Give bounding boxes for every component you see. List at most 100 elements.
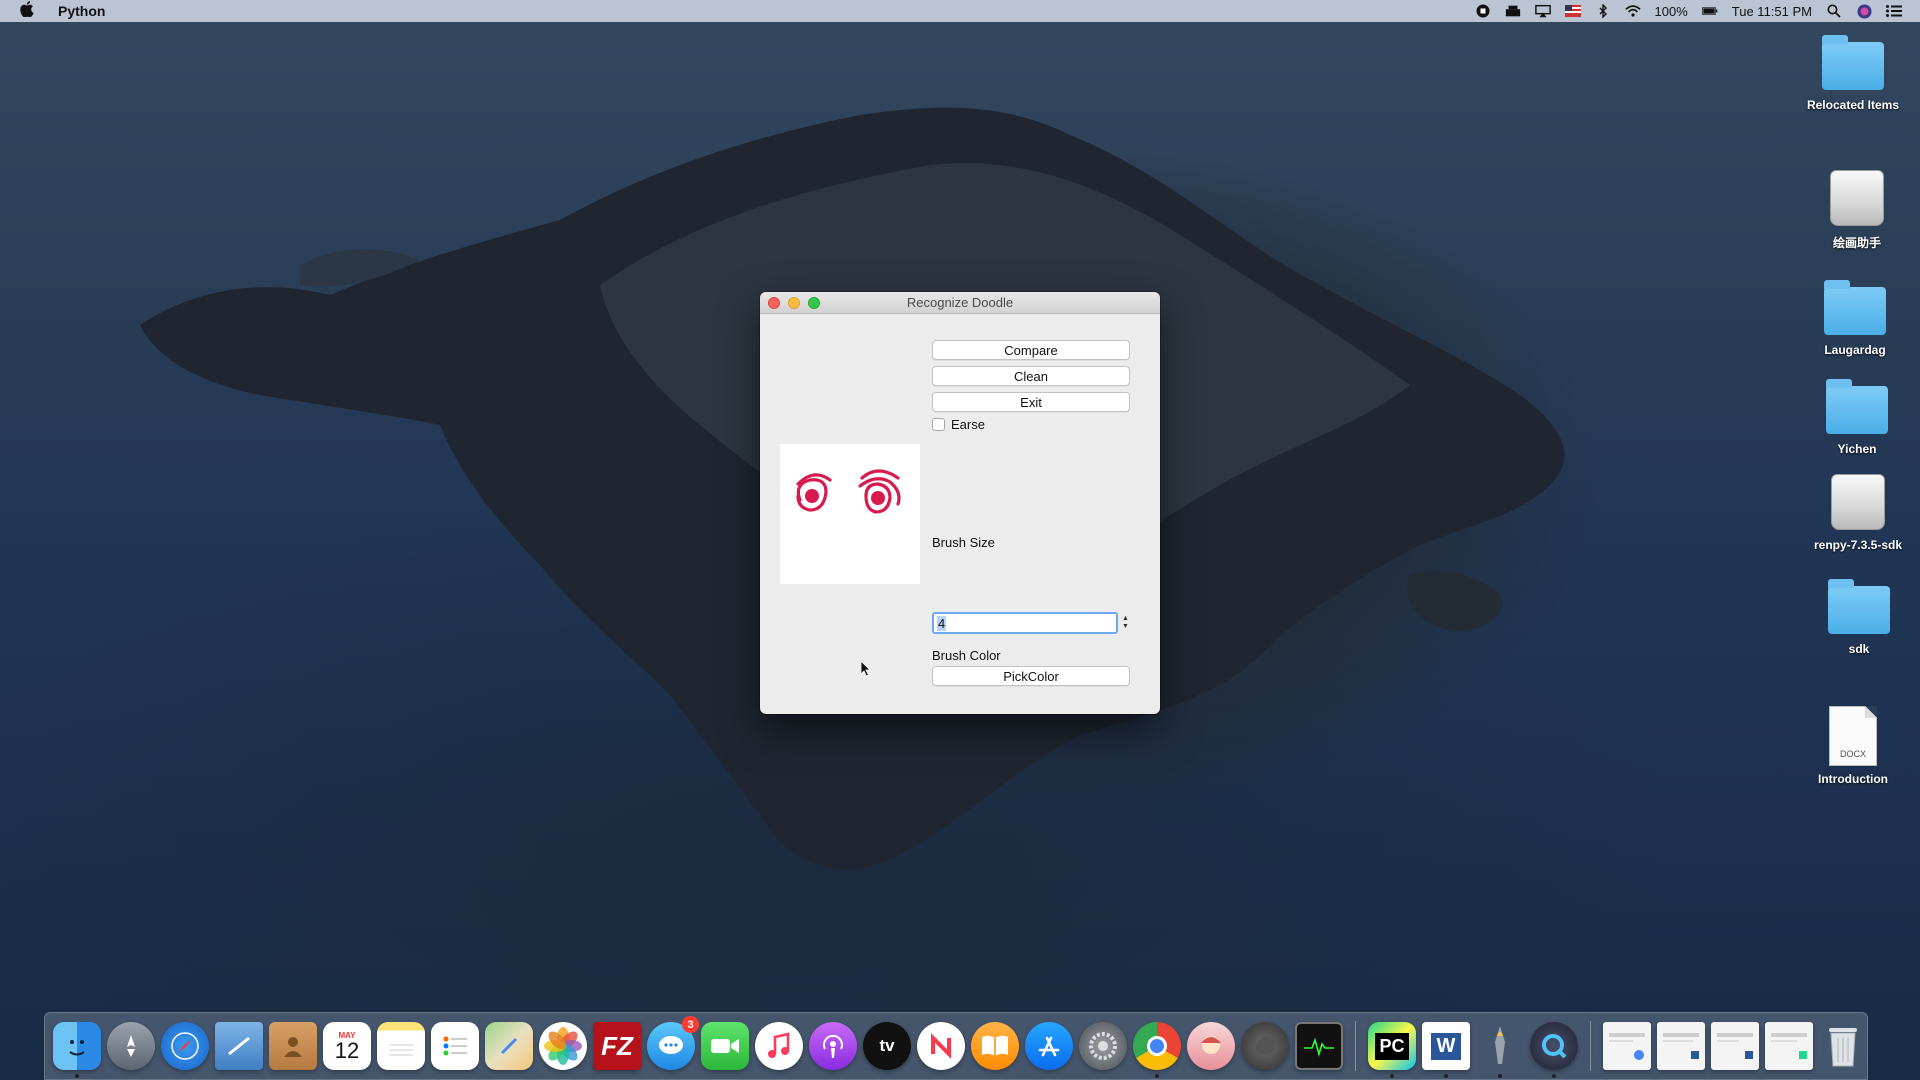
menu-bar: Python 100% Tue 11:51 PM [0, 0, 1920, 22]
desktop-item-label: renpy-7.3.5-sdk [1813, 538, 1903, 552]
battery-percent: 100% [1654, 3, 1688, 19]
calendar-icon[interactable]: MAY 12 [323, 1022, 371, 1070]
stone-app-icon[interactable] [1241, 1022, 1289, 1070]
desktop-item-renpy-sdk[interactable]: renpy-7.3.5-sdk [1798, 474, 1918, 552]
desktop-item-label: Introduction [1818, 772, 1888, 786]
spotlight-search-icon[interactable] [1826, 4, 1842, 18]
finder-icon[interactable] [53, 1022, 101, 1078]
bluetooth-icon[interactable] [1595, 4, 1611, 18]
desktop-item-yichen[interactable]: Yichen [1797, 379, 1917, 456]
desktop-item-sdk[interactable]: sdk [1799, 579, 1919, 656]
apple-icon[interactable] [20, 1, 44, 21]
minimized-window-thumb-2[interactable] [1657, 1022, 1705, 1070]
python-launcher-icon[interactable] [1476, 1022, 1524, 1078]
podcasts-icon[interactable] [809, 1022, 857, 1070]
word-icon[interactable]: W [1422, 1022, 1470, 1078]
running-indicator [1444, 1074, 1448, 1078]
photos-icon[interactable] [539, 1022, 587, 1070]
menubar-clock[interactable]: Tue 11:51 PM [1732, 4, 1812, 19]
messages-icon[interactable]: 3 [647, 1016, 699, 1070]
launchpad-icon[interactable] [107, 1022, 155, 1070]
doodle-strokes [796, 469, 901, 514]
minimized-window-thumb-1[interactable] [1603, 1022, 1651, 1070]
docx-file-icon: DOCX [1829, 706, 1877, 766]
apple-tv-label: tv [879, 1036, 895, 1055]
minimized-window-thumb-4[interactable] [1765, 1022, 1813, 1070]
recognize-doodle-window: Recognize Doodle Compare Clean Exit Ears… [760, 292, 1160, 714]
activity-monitor-icon[interactable] [1295, 1022, 1343, 1070]
desktop-item-label: Yichen [1837, 442, 1877, 456]
mail-stamp-icon[interactable] [215, 1022, 263, 1070]
running-indicator [75, 1074, 79, 1078]
word-label: W [1430, 1032, 1462, 1060]
calendar-day: 12 [334, 1037, 360, 1063]
stepper-up-icon[interactable]: ▲ [1122, 615, 1129, 623]
siri-icon[interactable] [1856, 4, 1872, 18]
running-indicator [1390, 1074, 1394, 1078]
folder-icon [1824, 280, 1886, 335]
mouse-pointer-icon [861, 661, 871, 677]
erase-checkbox[interactable] [932, 418, 945, 431]
desktop-item-drive-1[interactable]: 绘画助手 [1797, 170, 1917, 251]
pycharm-icon[interactable]: PC [1368, 1022, 1416, 1078]
desktop-item-relocated-items[interactable]: Relocated Items [1793, 35, 1913, 112]
brush-size-label: Brush Size [932, 535, 995, 550]
folder-icon [1828, 579, 1890, 634]
apple-tv-icon[interactable]: tv [863, 1022, 911, 1070]
messages-badge: 3 [682, 1016, 699, 1033]
filezilla-icon[interactable]: FZ [593, 1022, 641, 1070]
desktop-item-label: Relocated Items [1806, 98, 1900, 112]
docx-tag: DOCX [1839, 749, 1866, 759]
minimized-window-thumb-3[interactable] [1711, 1022, 1759, 1070]
facetime-icon[interactable] [701, 1022, 749, 1070]
app-store-icon[interactable] [1025, 1022, 1073, 1070]
input-flag-icon[interactable] [1564, 4, 1581, 18]
system-preferences-icon[interactable] [1079, 1022, 1127, 1070]
notification-center-icon[interactable] [1886, 4, 1902, 18]
erase-checkbox-row[interactable]: Earse [932, 417, 985, 432]
airplay-icon[interactable] [1534, 4, 1551, 18]
maps-icon[interactable] [485, 1022, 533, 1070]
dock: MAY 12 FZ 3 tv PC W [44, 1012, 1868, 1080]
quicktime-icon[interactable] [1530, 1022, 1578, 1078]
desktop-item-label: sdk [1848, 642, 1870, 656]
contacts-icon[interactable] [269, 1022, 317, 1070]
running-indicator [1552, 1074, 1556, 1078]
pick-color-button[interactable]: PickColor [932, 666, 1130, 686]
dock-separator [1590, 1021, 1591, 1071]
dock-separator [1355, 1021, 1356, 1071]
desktop-item-introduction[interactable]: DOCX Introduction [1793, 706, 1913, 786]
erase-label: Earse [951, 417, 985, 432]
wifi-icon[interactable] [1624, 4, 1641, 18]
desktop-item-laugardag[interactable]: Laugardag [1795, 280, 1915, 357]
window-titlebar[interactable]: Recognize Doodle [760, 292, 1160, 314]
brush-color-label: Brush Color [932, 648, 1001, 663]
app-menu-name[interactable]: Python [58, 3, 105, 19]
notes-icon[interactable] [377, 1022, 425, 1070]
battery-icon[interactable] [1701, 4, 1718, 18]
folder-icon [1826, 379, 1888, 434]
exit-button[interactable]: Exit [932, 392, 1130, 412]
safari-icon[interactable] [161, 1022, 209, 1070]
anime-character-app-icon[interactable] [1187, 1022, 1235, 1070]
compare-button[interactable]: Compare [932, 340, 1130, 360]
window-title: Recognize Doodle [906, 295, 1014, 310]
running-indicator [1498, 1074, 1502, 1078]
stepper-down-icon[interactable]: ▼ [1122, 623, 1129, 631]
clean-button[interactable]: Clean [932, 366, 1130, 386]
brush-size-stepper[interactable]: ▲ ▼ [1120, 612, 1131, 634]
drive-icon [1831, 474, 1885, 530]
record-icon[interactable] [1475, 4, 1491, 18]
filezilla-label: FZ [601, 1030, 633, 1061]
running-indicator [1155, 1074, 1159, 1078]
reminders-icon[interactable] [431, 1022, 479, 1070]
folder-icon [1822, 35, 1884, 90]
doodle-canvas[interactable] [780, 444, 920, 677]
news-icon[interactable] [917, 1022, 965, 1070]
books-icon[interactable] [971, 1022, 1019, 1070]
trash-icon[interactable] [1819, 1022, 1867, 1070]
itunes-music-icon[interactable] [755, 1022, 803, 1070]
brush-size-input[interactable]: 4 [932, 612, 1118, 634]
chrome-icon[interactable] [1133, 1022, 1181, 1078]
display-stack-icon[interactable] [1505, 4, 1521, 18]
